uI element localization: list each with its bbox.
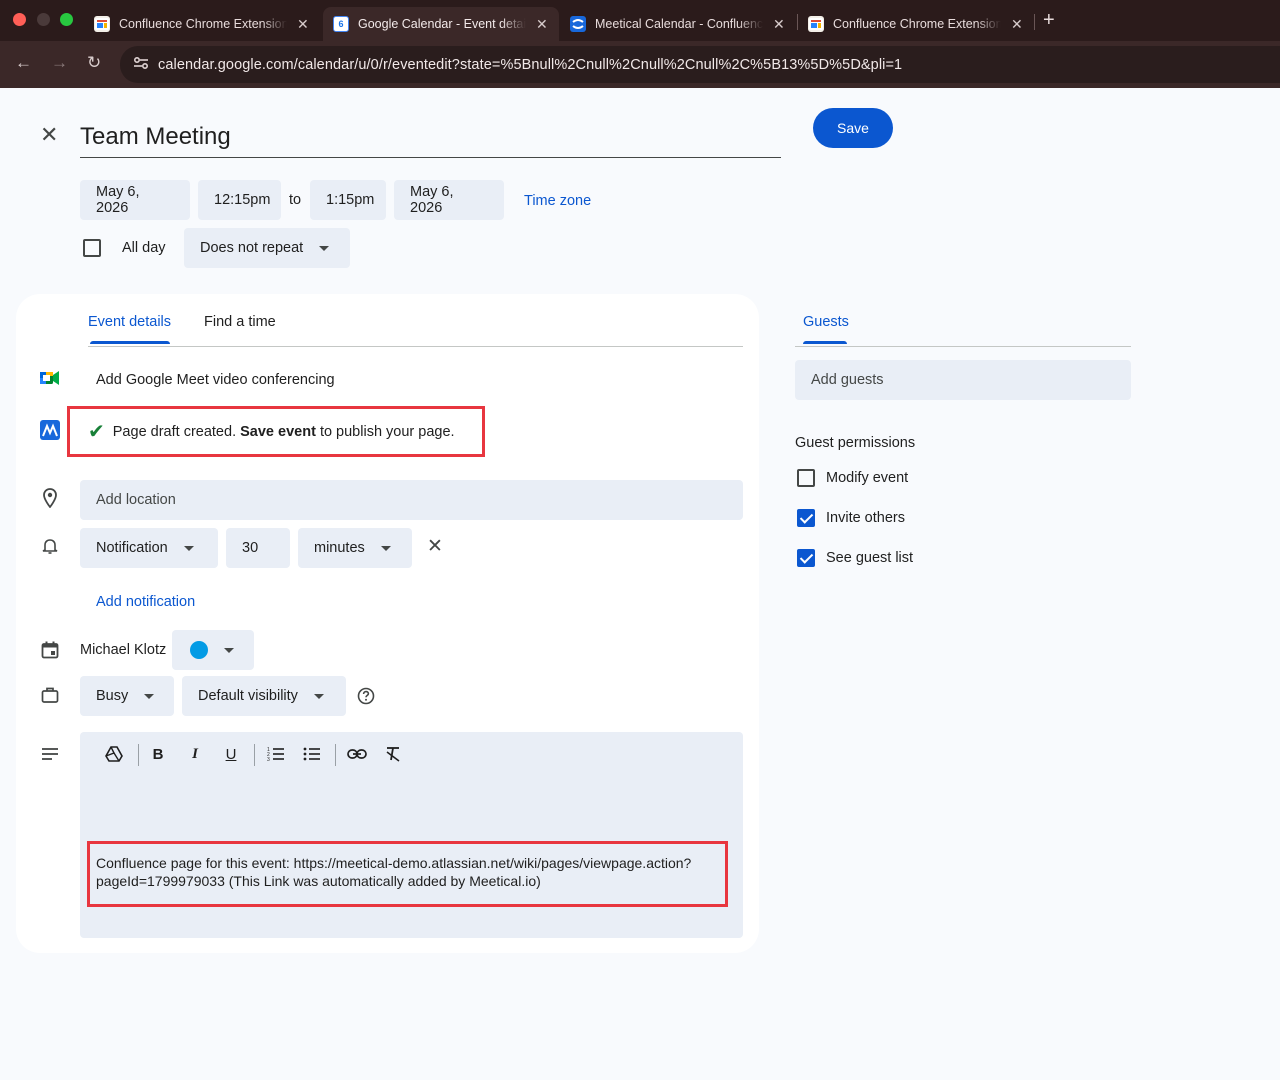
dropdown-caret-icon — [183, 545, 194, 551]
google-drive-icon[interactable] — [102, 744, 126, 764]
address-bar[interactable]: calendar.google.com/calendar/u/0/r/event… — [120, 46, 1280, 83]
window-zoom-button[interactable] — [60, 13, 73, 26]
browser-tab-google-calendar[interactable]: 6 Google Calendar - Event details ✕ — [323, 7, 559, 41]
availability-text: Busy — [96, 688, 129, 704]
italic-icon[interactable]: I — [183, 744, 207, 764]
tab-find-a-time[interactable]: Find a time — [204, 314, 276, 330]
window-close-button[interactable] — [13, 13, 26, 26]
tab-close-icon[interactable]: ✕ — [773, 16, 785, 33]
details-tabs-divider — [88, 346, 743, 347]
tab-title: Confluence Chrome Extension — [119, 17, 287, 31]
dropdown-caret-icon — [313, 693, 324, 699]
notice-bold: Save event — [240, 423, 316, 440]
notification-unit-text: minutes — [314, 540, 365, 556]
help-icon[interactable] — [356, 686, 376, 706]
notification-type-text: Notification — [96, 540, 168, 556]
browser-tab-bar: Confluence Chrome Extension ✕ 6 Google C… — [0, 0, 1280, 41]
notice-prefix: Page draft created. — [112, 423, 237, 440]
reload-icon[interactable]: ↻ — [87, 53, 101, 73]
location-placeholder: Add location — [96, 492, 176, 508]
tab-close-icon[interactable]: ✕ — [297, 16, 309, 33]
tab-title: Meetical Calendar - Confluence — [595, 17, 763, 31]
dropdown-caret-icon — [144, 693, 155, 699]
calendar-color-swatch — [190, 641, 208, 659]
tab-close-icon[interactable]: ✕ — [1011, 16, 1023, 33]
underline-icon[interactable]: U — [219, 744, 243, 764]
description-icon — [40, 744, 60, 764]
visibility-dropdown[interactable]: Default visibility — [182, 676, 346, 716]
google-meet-icon — [40, 368, 60, 388]
browser-tab-meetical[interactable]: Meetical Calendar - Confluence ✕ — [560, 7, 795, 41]
new-tab-icon[interactable]: + — [1043, 9, 1055, 32]
tab-event-details[interactable]: Event details — [88, 314, 171, 330]
tab-close-icon[interactable]: ✕ — [536, 16, 548, 33]
remove-notification-icon[interactable]: ✕ — [427, 535, 443, 558]
confluence-extension-icon — [808, 16, 824, 32]
calendar-color-dropdown[interactable] — [172, 630, 254, 670]
link-icon[interactable] — [345, 744, 369, 764]
location-input[interactable]: Add location — [80, 480, 743, 520]
visibility-text: Default visibility — [198, 688, 298, 704]
check-icon: ✔ — [88, 421, 105, 443]
google-calendar-icon: 6 — [333, 16, 349, 32]
description-editor[interactable]: B I U 123 — [80, 732, 743, 938]
browser-tab-confluence-extension[interactable]: Confluence Chrome Extension ✕ — [84, 7, 319, 41]
svg-text:3: 3 — [267, 757, 270, 762]
notification-value-text: 30 — [242, 540, 259, 556]
numbered-list-icon[interactable]: 123 — [264, 744, 288, 764]
url-text: calendar.google.com/calendar/u/0/r/event… — [158, 56, 903, 73]
calendar-owner-name: Michael Klotz — [80, 642, 167, 658]
notification-type-dropdown[interactable]: Notification — [80, 528, 218, 568]
briefcase-icon — [40, 685, 60, 705]
description-text[interactable]: Confluence page for this event: https://… — [87, 841, 728, 907]
notification-unit-dropdown[interactable]: minutes — [298, 528, 412, 568]
add-google-meet-button[interactable]: Add Google Meet video conferencing — [96, 372, 335, 388]
bell-icon — [40, 536, 60, 556]
confluence-logo-icon — [570, 16, 586, 32]
location-pin-icon — [40, 488, 60, 508]
calendar-icon — [40, 640, 60, 660]
notice-suffix: to publish your page. — [319, 423, 455, 440]
add-notification-link[interactable]: Add notification — [96, 594, 195, 610]
clear-formatting-icon[interactable] — [381, 744, 405, 764]
tab-title: Confluence Chrome Extension — [833, 17, 1001, 31]
dropdown-caret-icon — [380, 545, 391, 551]
page-draft-notice: ✔ Page draft created. Save event to publ… — [67, 406, 485, 457]
browser-tab-confluence-extension-2[interactable]: Confluence Chrome Extension ✕ — [798, 7, 1033, 41]
dropdown-caret-icon — [224, 647, 234, 653]
availability-dropdown[interactable]: Busy — [80, 676, 174, 716]
tab-title: Google Calendar - Event details — [358, 17, 526, 31]
event-details-panel: Event details Find a time Add Google Mee… — [0, 88, 1280, 1080]
window-minimize-button[interactable] — [37, 13, 50, 26]
forward-arrow-icon[interactable]: → — [51, 53, 68, 73]
notification-value-input[interactable]: 30 — [226, 528, 290, 568]
confluence-extension-icon — [94, 16, 110, 32]
bold-icon[interactable]: B — [146, 744, 170, 764]
back-arrow-icon[interactable]: ← — [15, 53, 32, 73]
meetical-icon — [40, 420, 60, 440]
event-details-tab-indicator — [90, 341, 170, 344]
browser-toolbar: ← → ↻ calendar.google.com/calendar/u/0/r… — [0, 41, 1280, 88]
site-settings-icon[interactable] — [128, 56, 154, 73]
bulleted-list-icon[interactable] — [300, 744, 324, 764]
